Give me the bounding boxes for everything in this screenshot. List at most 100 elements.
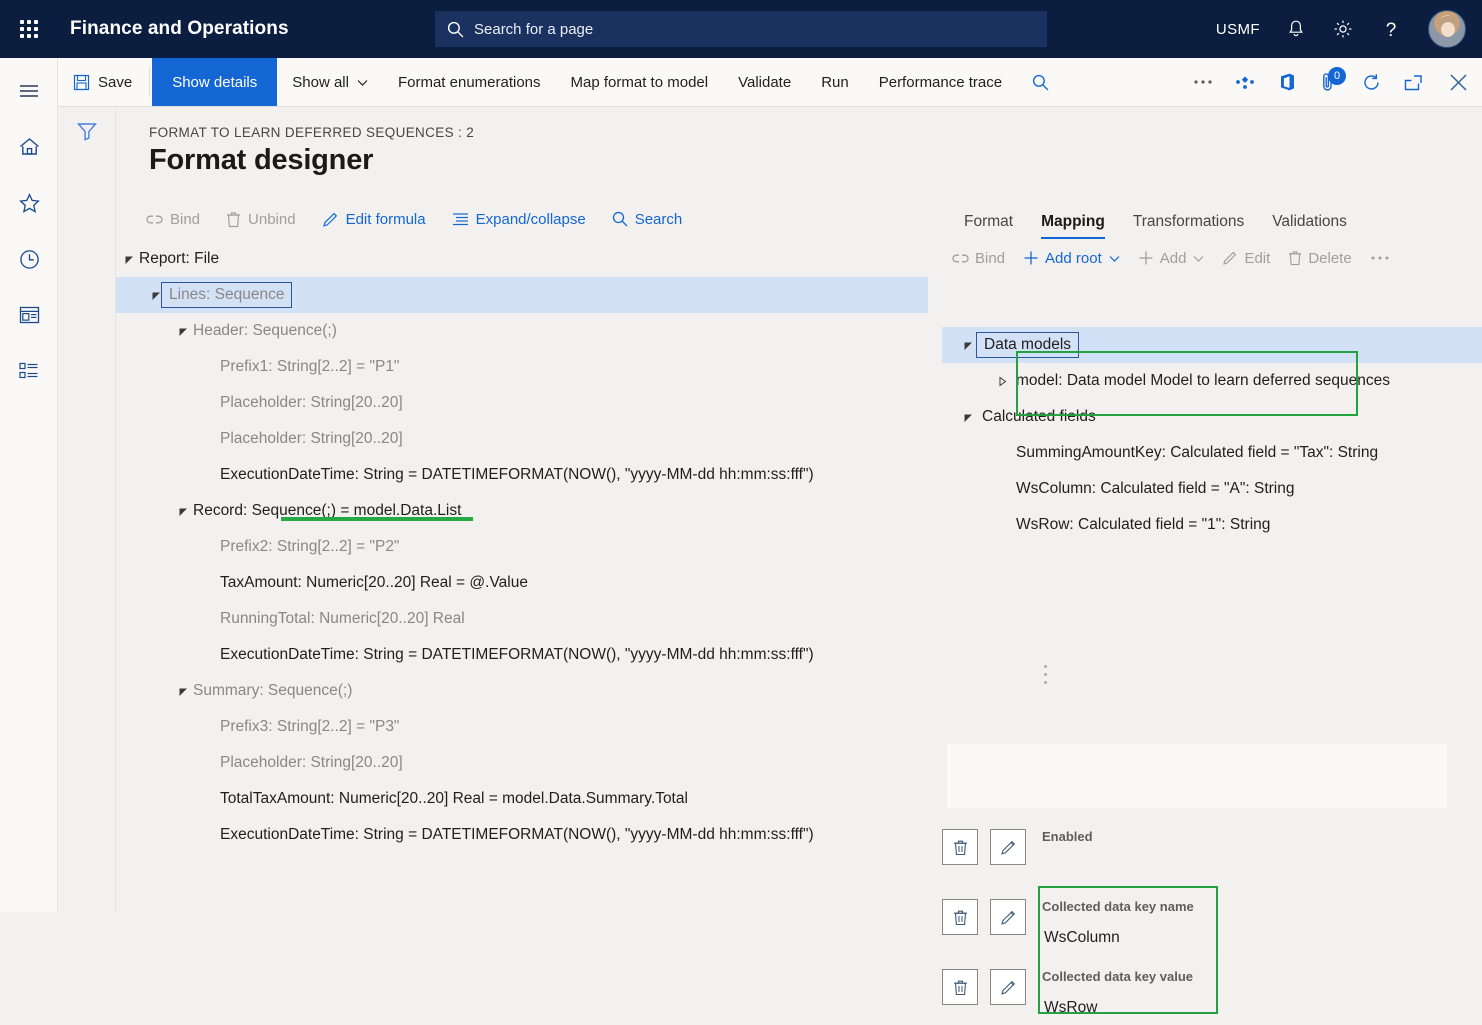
format-tree-row[interactable]: Placeholder: String[20..20] [116, 385, 928, 421]
format-tree-row[interactable]: Summary: Sequence(;) [116, 673, 928, 709]
performance-trace-button[interactable]: Performance trace [864, 58, 1017, 106]
bind-button[interactable]: Bind [146, 211, 200, 228]
map-format-to-model-label: Map format to model [571, 74, 709, 91]
mapping-action-bar: Bind Add root Add Edit Delete [942, 239, 1482, 277]
modules-icon[interactable] [0, 346, 58, 396]
office-icon[interactable] [1266, 58, 1308, 106]
data-source-row[interactable]: Calculated fields [942, 399, 1482, 435]
delete-row-button[interactable] [942, 969, 978, 1005]
data-source-row[interactable]: model: Data model Model to learn deferre… [942, 363, 1482, 399]
show-all-dropdown[interactable]: Show all [277, 58, 383, 106]
format-tree-row[interactable]: ExecutionDateTime: String = DATETIMEFORM… [116, 817, 928, 853]
delete-row-button[interactable] [942, 899, 978, 935]
edit-row-button[interactable] [990, 969, 1026, 1005]
tree-toggle-icon[interactable] [148, 290, 164, 301]
data-source-row[interactable]: SummingAmountKey: Calculated field = "Ta… [942, 435, 1482, 471]
tree-toggle-icon[interactable] [175, 326, 191, 337]
tab-format[interactable]: Format [950, 213, 1027, 239]
save-button[interactable]: Save [58, 58, 147, 106]
mapping-tabs: FormatMappingTransformationsValidations [942, 199, 1482, 239]
format-tree-row[interactable]: Record: Sequence(;) = model.Data.List [116, 493, 928, 529]
popout-icon[interactable] [1392, 58, 1434, 106]
question-icon[interactable]: ? [1380, 18, 1402, 40]
format-tree-row[interactable]: Report: File [116, 241, 928, 277]
tree-toggle-icon[interactable] [960, 412, 976, 423]
data-source-row[interactable]: Data models [942, 327, 1482, 363]
tree-toggle-icon[interactable] [994, 376, 1010, 387]
format-tree-row[interactable]: Placeholder: String[20..20] [116, 421, 928, 457]
user-avatar[interactable] [1428, 10, 1466, 48]
unbind-button[interactable]: Unbind [226, 211, 296, 228]
field-value[interactable]: WsRow [1038, 991, 1438, 1025]
format-tree-row[interactable]: TaxAmount: Numeric[20..20] Real = @.Valu… [116, 565, 928, 601]
app-launcher-icon[interactable] [0, 0, 58, 58]
expand-collapse-button[interactable]: Expand/collapse [452, 211, 586, 228]
field-value[interactable]: WsColumn [1038, 921, 1438, 955]
run-button[interactable]: Run [806, 58, 864, 106]
global-search-input[interactable]: Search for a page [435, 11, 1047, 47]
tree-toggle-icon[interactable] [121, 254, 137, 265]
tree-toggle-icon[interactable] [175, 506, 191, 517]
format-tree-row[interactable]: ExecutionDateTime: String = DATETIMEFORM… [116, 457, 928, 493]
show-details-label: Show details [172, 74, 257, 91]
edit-row-button[interactable] [990, 829, 1026, 865]
gear-icon[interactable] [1332, 18, 1354, 40]
tab-transformations[interactable]: Transformations [1119, 213, 1258, 239]
delete-row-button[interactable] [942, 829, 978, 865]
tree-toggle-icon[interactable] [175, 686, 191, 697]
clock-icon[interactable] [0, 234, 58, 284]
command-bar: Save Show details Show all Format enumer… [58, 58, 1482, 107]
attachment-icon[interactable]: 0 [1308, 58, 1350, 106]
format-tree-row[interactable]: Prefix2: String[2..2] = "P2" [116, 529, 928, 565]
workspace-icon[interactable] [0, 290, 58, 340]
field-value[interactable] [1038, 851, 1438, 885]
format-tree-row[interactable]: ExecutionDateTime: String = DATETIMEFORM… [116, 637, 928, 673]
star-icon[interactable] [0, 178, 58, 228]
field-label: Collected data key name [1038, 899, 1438, 921]
expand-collapse-label: Expand/collapse [476, 211, 586, 228]
company-selector[interactable]: USMF [1216, 21, 1260, 38]
formula-preview-box[interactable] [947, 744, 1447, 808]
-button[interactable] [1370, 255, 1390, 261]
share-icon[interactable] [1224, 58, 1266, 106]
edit-row-button[interactable] [990, 899, 1026, 935]
data-source-row-label: Data models [976, 332, 1079, 358]
delete-button[interactable]: Delete [1288, 250, 1351, 267]
action-label: Add root [1045, 250, 1102, 267]
format-tree-row[interactable]: TotalTaxAmount: Numeric[20..20] Real = m… [116, 781, 928, 817]
show-details-button[interactable]: Show details [152, 58, 277, 106]
field-label: Collected data key value [1038, 969, 1438, 991]
validate-button[interactable]: Validate [723, 58, 806, 106]
data-source-row[interactable]: WsRow: Calculated field = "1": String [942, 507, 1482, 543]
bind-button[interactable]: Bind [952, 250, 1005, 267]
refresh-icon[interactable] [1350, 58, 1392, 106]
tree-toggle-icon[interactable] [960, 340, 976, 351]
close-icon[interactable] [1434, 58, 1482, 106]
data-source-row[interactable]: WsColumn: Calculated field = "A": String [942, 471, 1482, 507]
home-icon[interactable] [0, 122, 58, 172]
edit-formula-button[interactable]: Edit formula [322, 211, 426, 228]
format-tree-row[interactable]: Prefix1: String[2..2] = "P1" [116, 349, 928, 385]
overflow-ellipsis-icon[interactable] [1182, 58, 1224, 106]
link-icon [146, 213, 163, 226]
format-tree-row[interactable]: Placeholder: String[20..20] [116, 745, 928, 781]
format-tree-row[interactable]: RunningTotal: Numeric[20..20] Real [116, 601, 928, 637]
format-enumerations-button[interactable]: Format enumerations [383, 58, 556, 106]
command-search-button[interactable] [1017, 58, 1064, 106]
format-search-button[interactable]: Search [612, 211, 683, 228]
menu-icon[interactable] [0, 66, 58, 116]
tab-validations[interactable]: Validations [1258, 213, 1361, 239]
tab-mapping[interactable]: Mapping [1027, 213, 1119, 239]
format-tree-row[interactable]: Header: Sequence(;) [116, 313, 928, 349]
bell-icon[interactable] [1286, 19, 1306, 40]
filter-icon[interactable] [58, 121, 115, 141]
action-label: Delete [1308, 250, 1351, 267]
add-button[interactable]: Add [1138, 250, 1205, 267]
edit-button[interactable]: Edit [1222, 250, 1270, 267]
map-format-to-model-button[interactable]: Map format to model [556, 58, 724, 106]
form-row: Collected data key valueWsRow [942, 969, 1438, 1025]
format-tree-row[interactable]: Lines: Sequence [116, 277, 928, 313]
add-root-button[interactable]: Add root [1023, 250, 1120, 267]
bind-label: Bind [170, 211, 200, 228]
format-tree-row[interactable]: Prefix3: String[2..2] = "P3" [116, 709, 928, 745]
